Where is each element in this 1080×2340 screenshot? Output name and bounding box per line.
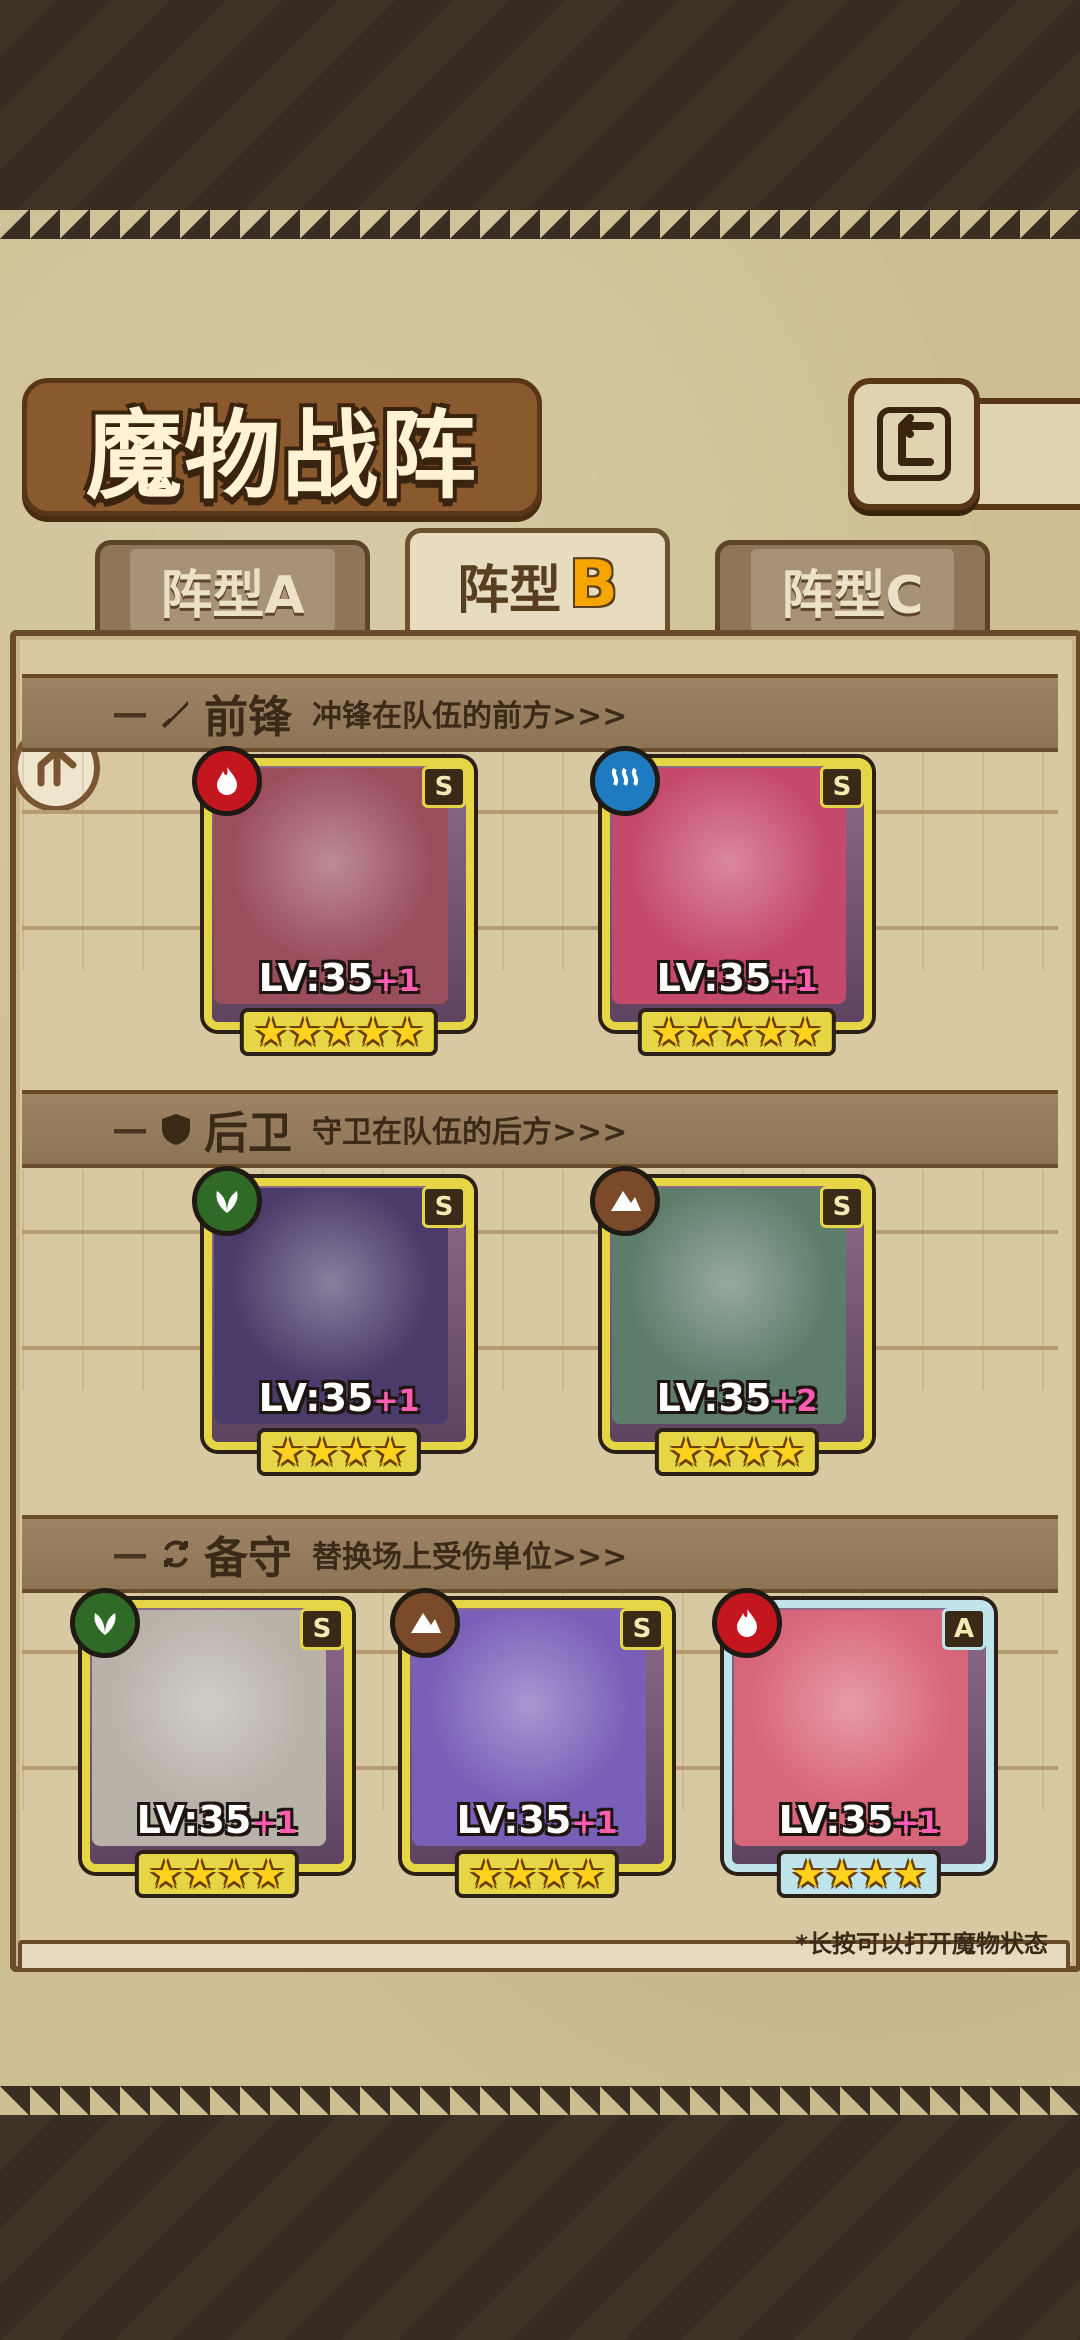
long-press-hint: *长按可以打开魔物状态	[795, 1930, 1048, 1958]
level-plus: +1	[373, 1384, 420, 1419]
tab-formation-c[interactable]: 阵型C	[715, 540, 990, 640]
star-rating: ★★★★★	[637, 1008, 837, 1056]
tab-label: 阵型	[160, 565, 265, 626]
level-value: LV:35	[656, 1376, 772, 1420]
level-label: LV:35+1	[724, 1798, 994, 1842]
tab-letter: A	[264, 565, 305, 626]
star-rating: ★★★★★	[239, 1008, 439, 1056]
water-element-icon	[590, 746, 660, 816]
level-label: LV:35+1	[204, 1376, 474, 1420]
rank-badge: S	[820, 766, 864, 808]
earth-element-icon	[590, 1166, 660, 1236]
level-value: LV:35	[778, 1798, 894, 1842]
earth-element-icon	[390, 1588, 460, 1658]
tab-formation-b[interactable]: 阵型 B	[405, 528, 670, 642]
back-strip	[965, 398, 1080, 510]
level-value: LV:35	[656, 956, 772, 1000]
section-reserve-header: — 备守 替换场上受伤单位>>>	[22, 1515, 1058, 1593]
section-desc: 冲锋在队伍的前方>>>	[312, 699, 628, 734]
level-value: LV:35	[456, 1798, 572, 1842]
monster-card[interactable]: A LV:35+1 ★★★★	[712, 1588, 994, 1898]
level-plus: +2	[771, 1384, 818, 1419]
section-title: 前锋	[204, 692, 292, 743]
monster-card[interactable]: S LV:35+1 ★★★★★	[590, 746, 872, 1056]
section-back-header: — 后卫 守卫在队伍的后方>>>	[22, 1090, 1058, 1168]
nature-element-icon	[192, 1166, 262, 1236]
rank-badge: S	[820, 1186, 864, 1228]
level-label: LV:35+2	[602, 1376, 872, 1420]
star-rating: ★★★★	[776, 1850, 942, 1898]
back-button[interactable]	[848, 378, 980, 510]
shield-icon	[162, 1114, 190, 1145]
sword-icon	[162, 701, 188, 728]
level-value: LV:35	[136, 1798, 252, 1842]
nature-element-icon	[70, 1588, 140, 1658]
bottom-map-band	[0, 2115, 1080, 2340]
front-row-track	[22, 750, 1058, 970]
fire-element-icon	[712, 1588, 782, 1658]
section-desc: 守卫在队伍的后方>>>	[312, 1115, 628, 1150]
star-rating: ★★★★	[654, 1428, 820, 1476]
fire-element-icon	[192, 746, 262, 816]
section-desc: 替换场上受伤单位>>>	[312, 1540, 628, 1575]
page-title: 魔物战阵	[86, 398, 478, 512]
tab-letter: C	[885, 565, 924, 626]
level-label: LV:35+1	[82, 1798, 352, 1842]
swap-icon	[164, 1540, 188, 1568]
level-value: LV:35	[258, 956, 374, 1000]
section-title: 后卫	[204, 1108, 292, 1159]
level-plus: +1	[251, 1806, 298, 1841]
tab-label: 阵型	[457, 560, 562, 621]
top-map-band	[0, 0, 1080, 210]
section-title: 备守	[204, 1533, 292, 1584]
rank-badge: S	[422, 1186, 466, 1228]
star-rating: ★★★★	[134, 1850, 300, 1898]
level-plus: +1	[893, 1806, 940, 1841]
level-label: LV:35+1	[402, 1798, 672, 1842]
level-value: LV:35	[258, 1376, 374, 1420]
return-arrow-icon	[877, 407, 951, 481]
level-label: LV:35+1	[204, 956, 474, 1000]
monster-card[interactable]: S LV:35+1 ★★★★	[390, 1588, 672, 1898]
monster-card[interactable]: S LV:35+1 ★★★★★	[192, 746, 474, 1056]
section-front-header: — 前锋 冲锋在队伍的前方>>>	[22, 674, 1058, 752]
rank-badge: S	[300, 1608, 344, 1650]
rank-badge: S	[422, 766, 466, 808]
tab-label: 阵型	[781, 565, 886, 626]
monster-card[interactable]: S LV:35+1 ★★★★	[70, 1588, 352, 1898]
star-rating: ★★★★	[454, 1850, 620, 1898]
rank-badge: S	[620, 1608, 664, 1650]
level-plus: +1	[571, 1806, 618, 1841]
monster-card[interactable]: S LV:35+1 ★★★★	[192, 1166, 474, 1476]
level-label: LV:35+1	[602, 956, 872, 1000]
tab-letter: B	[569, 548, 618, 622]
monster-card[interactable]: S LV:35+2 ★★★★	[590, 1166, 872, 1476]
rank-badge: A	[942, 1608, 986, 1650]
level-plus: +1	[373, 964, 420, 999]
back-row-track	[22, 1170, 1058, 1390]
level-plus: +1	[771, 964, 818, 999]
tab-formation-a[interactable]: 阵型A	[95, 540, 370, 640]
page-title-plate: 魔物战阵	[22, 378, 542, 516]
star-rating: ★★★★	[256, 1428, 422, 1476]
